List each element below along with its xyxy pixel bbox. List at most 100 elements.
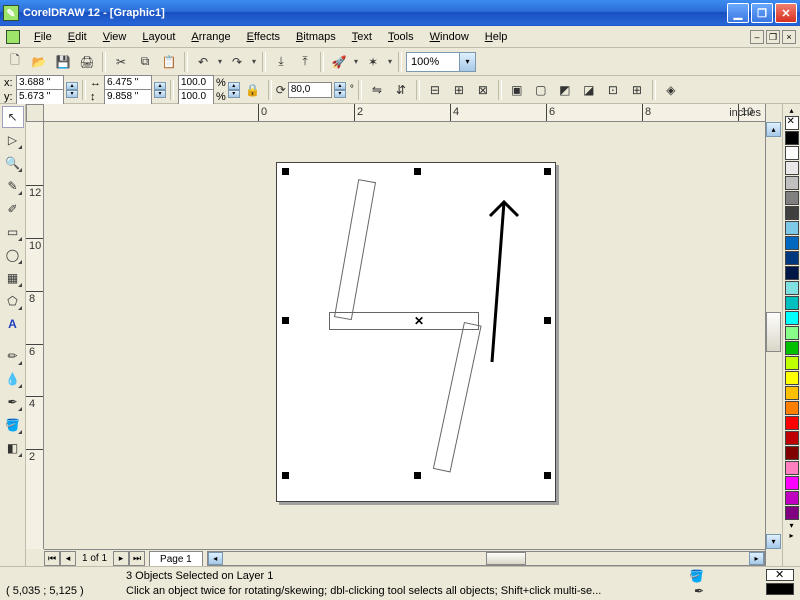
menu-tools[interactable]: Tools <box>380 29 422 45</box>
menu-file[interactable]: File <box>26 29 60 45</box>
swatch[interactable] <box>785 146 799 160</box>
swatch[interactable] <box>785 236 799 250</box>
undo-button[interactable]: ↶ <box>192 51 214 73</box>
import-button[interactable]: ⤓ <box>270 51 292 73</box>
swatch[interactable] <box>785 491 799 505</box>
mdi-close-button[interactable]: × <box>782 30 796 44</box>
horizontal-scrollbar[interactable]: ◂ ▸ <box>207 551 765 566</box>
swatch[interactable] <box>785 431 799 445</box>
selection-handle-nw[interactable] <box>282 168 289 175</box>
basic-shapes-tool[interactable]: ⬠ <box>2 290 24 312</box>
scroll-right-button[interactable]: ▸ <box>749 552 764 565</box>
swatch[interactable] <box>785 131 799 145</box>
rot-spin-up[interactable]: ▴ <box>334 82 346 90</box>
palette-flyout[interactable]: ▸ <box>785 531 799 541</box>
swatch[interactable] <box>785 461 799 475</box>
swatch[interactable] <box>785 311 799 325</box>
height-input[interactable]: 9.858 " <box>104 89 152 105</box>
swatch[interactable] <box>785 416 799 430</box>
palette-scroll-down[interactable]: ▾ <box>785 521 799 531</box>
back-one-button[interactable]: ◪ <box>578 79 600 101</box>
swatch[interactable] <box>785 386 799 400</box>
selection-handle-n[interactable] <box>414 168 421 175</box>
scroll-down-button[interactable]: ▾ <box>766 534 781 549</box>
horizontal-ruler[interactable]: inches 02468101214 <box>44 104 765 122</box>
ellipse-tool[interactable]: ◯ <box>2 244 24 266</box>
vscroll-thumb[interactable] <box>766 312 781 352</box>
swatch[interactable] <box>785 446 799 460</box>
app-launcher-button[interactable]: 🚀 <box>328 51 350 73</box>
outline-pen-icon[interactable]: ✒ <box>694 584 704 598</box>
eyedropper-tool[interactable]: 💧 <box>2 368 24 390</box>
selection-handle-se[interactable] <box>544 472 551 479</box>
swatch[interactable] <box>785 341 799 355</box>
pos-spin-down[interactable]: ▾ <box>66 90 78 98</box>
selection-handle-ne[interactable] <box>544 168 551 175</box>
scroll-left-button[interactable]: ◂ <box>208 552 223 565</box>
size-spin-down[interactable]: ▾ <box>154 90 166 98</box>
corel-online-button[interactable]: ✶ <box>362 51 384 73</box>
mdi-restore-button[interactable]: ❐ <box>766 30 780 44</box>
menu-window[interactable]: Window <box>422 29 477 45</box>
graph-paper-tool[interactable]: ▦ <box>2 267 24 289</box>
swatch[interactable] <box>785 161 799 175</box>
lock-ratio-button[interactable]: 🔒 <box>242 79 264 101</box>
scale-spin-down[interactable]: ▾ <box>228 90 240 98</box>
menu-text[interactable]: Text <box>344 29 380 45</box>
scale-spin-up[interactable]: ▴ <box>228 82 240 90</box>
maximize-button[interactable]: ❐ <box>751 3 773 23</box>
redo-dropdown[interactable]: ▾ <box>250 57 258 66</box>
scroll-up-button[interactable]: ▴ <box>766 122 781 137</box>
selection-handle-e[interactable] <box>544 317 551 324</box>
zoom-combo[interactable]: 100% ▾ <box>406 52 476 72</box>
menu-edit[interactable]: Edit <box>60 29 95 45</box>
pos-spin-up[interactable]: ▴ <box>66 82 78 90</box>
swatch[interactable] <box>785 266 799 280</box>
swatch[interactable] <box>785 401 799 415</box>
copy-button[interactable]: ⧉ <box>134 51 156 73</box>
close-button[interactable]: ✕ <box>775 3 797 23</box>
swatch[interactable] <box>785 371 799 385</box>
corel-online-dropdown[interactable]: ▾ <box>386 57 394 66</box>
ungroup-button[interactable]: ⊟ <box>424 79 446 101</box>
ungroup-all-button[interactable]: ⊠ <box>472 79 494 101</box>
next-page-button[interactable]: ▸ <box>113 551 129 566</box>
pick-tool[interactable]: ↖ <box>2 106 24 128</box>
swatch[interactable] <box>785 296 799 310</box>
freehand-tool[interactable]: ✎ <box>2 175 24 197</box>
align-button[interactable]: ⊡ <box>602 79 624 101</box>
outline-tool[interactable]: ✒ <box>2 391 24 413</box>
minimize-button[interactable]: ▁ <box>727 3 749 23</box>
palette-scroll-up[interactable]: ▴ <box>785 106 799 116</box>
menu-bitmaps[interactable]: Bitmaps <box>288 29 344 45</box>
smart-draw-tool[interactable]: ✐ <box>2 198 24 220</box>
open-button[interactable]: 📂 <box>28 51 50 73</box>
convert-curves-button[interactable]: ◈ <box>660 79 682 101</box>
interactive-fill-tool[interactable]: ◧ <box>2 437 24 459</box>
swatch[interactable] <box>785 251 799 265</box>
export-button[interactable]: ⤒ <box>294 51 316 73</box>
prev-page-button[interactable]: ◂ <box>60 551 76 566</box>
outline-indicator[interactable] <box>766 583 794 595</box>
mdi-minimize-button[interactable]: – <box>750 30 764 44</box>
forward-one-button[interactable]: ◩ <box>554 79 576 101</box>
rotation-input[interactable]: 80,0 <box>288 82 332 98</box>
app-launcher-dropdown[interactable]: ▾ <box>352 57 360 66</box>
rectangle-tool[interactable]: ▭ <box>2 221 24 243</box>
redo-button[interactable]: ↷ <box>226 51 248 73</box>
ruler-origin-corner[interactable] <box>26 104 44 122</box>
distribute-button[interactable]: ⊞ <box>626 79 648 101</box>
zoom-dropdown[interactable]: ▾ <box>459 53 475 71</box>
fill-tool-icon[interactable]: 🪣 <box>689 569 704 583</box>
interactive-blend-tool[interactable]: ✏ <box>2 345 24 367</box>
size-spin-up[interactable]: ▴ <box>154 82 166 90</box>
selection-handle-sw[interactable] <box>282 472 289 479</box>
swatch[interactable] <box>785 176 799 190</box>
undo-dropdown[interactable]: ▾ <box>216 57 224 66</box>
shape-rect-2[interactable] <box>329 312 479 330</box>
swatch[interactable] <box>785 326 799 340</box>
rot-spin-down[interactable]: ▾ <box>334 90 346 98</box>
swatch[interactable] <box>785 221 799 235</box>
text-tool[interactable]: A <box>2 313 24 335</box>
swatch[interactable] <box>785 191 799 205</box>
